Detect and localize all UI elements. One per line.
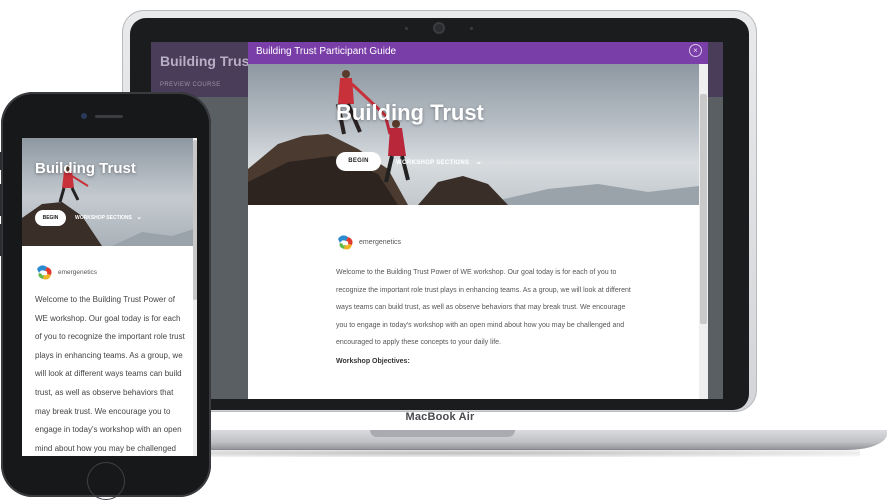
background-preview-label: PREVIEW COURSE: [160, 82, 221, 88]
laptop-camera: [435, 24, 443, 32]
phone-begin-button[interactable]: BEGIN: [35, 210, 66, 226]
phone-emergenetics-logo: emergenetics: [35, 263, 185, 281]
phone-workshop-sections-dropdown[interactable]: WORKSHOP SECTIONS ⌄: [75, 210, 142, 226]
chevron-down-icon: ⌄: [136, 214, 143, 221]
emergenetics-logo-icon: [338, 235, 353, 250]
laptop-screen: Building Trust PREVIEW COURSE Building T…: [151, 42, 723, 399]
workshop-sections-label: WORKSHOP SECTIONS: [396, 160, 470, 166]
phone-intro-paragraph: Welcome to the Building Trust Power of W…: [35, 295, 185, 453]
phone-volume-up: [0, 184, 2, 216]
phone-volume-down: [0, 224, 2, 256]
begin-button[interactable]: BEGIN: [336, 152, 381, 171]
modal-header: Building Trust Participant Guide ×: [248, 42, 708, 64]
emergenetics-logo-icon: [37, 265, 52, 280]
phone-speaker: [95, 115, 123, 118]
laptop-brand-label: MacBook Air: [405, 411, 475, 423]
workshop-sections-dropdown[interactable]: WORKSHOP SECTIONS ⌄: [396, 152, 482, 171]
climbers-illustration: [248, 70, 699, 205]
phone-scrollbar[interactable]: [193, 138, 197, 456]
phone-hero-background: [22, 138, 197, 246]
participant-guide-modal: Building Trust Participant Guide × Build…: [248, 42, 708, 399]
phone-logo-wordmark: emergenetics: [58, 268, 98, 276]
phone-hero-title: Building Trust: [35, 160, 136, 177]
chevron-down-icon: ⌄: [475, 157, 483, 166]
camera-sensor-dot: [470, 27, 473, 30]
objectives-heading: Workshop Objectives:: [336, 357, 410, 365]
background-course-title: Building Trust: [160, 53, 255, 69]
phone-screen: Building Trust BEGIN WORKSHOP SECTIONS ⌄…: [22, 138, 197, 456]
phone-scroll-thumb[interactable]: [193, 140, 197, 300]
hero-banner: Building Trust BEGIN WORKSHOP SECTIONS ⌄: [248, 64, 699, 205]
phone-workshop-sections-label: WORKSHOP SECTIONS: [75, 215, 132, 221]
emergenetics-logo: emergenetics: [336, 232, 636, 252]
modal-scrollbar[interactable]: [699, 64, 708, 399]
intro-paragraph: Welcome to the Building Trust Power of W…: [336, 269, 631, 346]
close-icon[interactable]: ×: [689, 44, 702, 57]
phone-hero-banner: Building Trust BEGIN WORKSHOP SECTIONS ⌄: [22, 138, 197, 246]
camera-sensor-dot: [405, 27, 408, 30]
modal-scroll-thumb[interactable]: [700, 94, 707, 324]
hero-title: Building Trust: [336, 100, 484, 125]
modal-title: Building Trust Participant Guide: [256, 46, 397, 57]
modal-content: emergenetics Welcome to the Building Tru…: [336, 232, 636, 365]
home-button[interactable]: [87, 462, 125, 500]
phone-content: emergenetics Welcome to the Building Tru…: [35, 263, 185, 456]
laptop-notch: [370, 430, 515, 437]
phone-mute-switch: [0, 152, 2, 170]
phone-camera: [81, 113, 87, 119]
logo-wordmark: emergenetics: [359, 238, 402, 246]
